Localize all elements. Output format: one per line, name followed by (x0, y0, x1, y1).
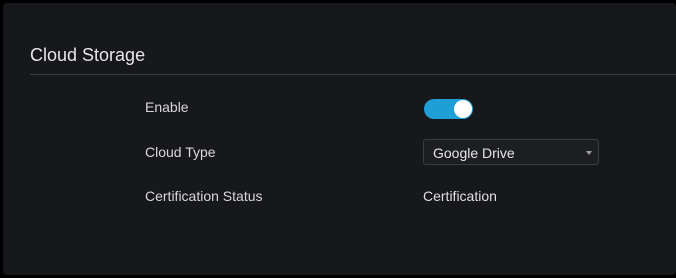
certification-status-label: Certification Status (145, 188, 263, 204)
enable-toggle[interactable] (424, 99, 473, 119)
cloud-type-value: Google Drive (433, 145, 515, 161)
cloud-type-label: Cloud Type (145, 144, 216, 160)
cloud-storage-panel: Cloud Storage Enable Cloud Type Google D… (3, 3, 676, 275)
section-divider (30, 74, 676, 75)
toggle-knob (454, 100, 472, 118)
certification-status-value: Certification (423, 188, 497, 204)
enable-label: Enable (145, 99, 189, 115)
chevron-down-icon (586, 151, 592, 155)
cloud-type-select[interactable]: Google Drive (423, 139, 599, 165)
section-title: Cloud Storage (30, 45, 146, 65)
